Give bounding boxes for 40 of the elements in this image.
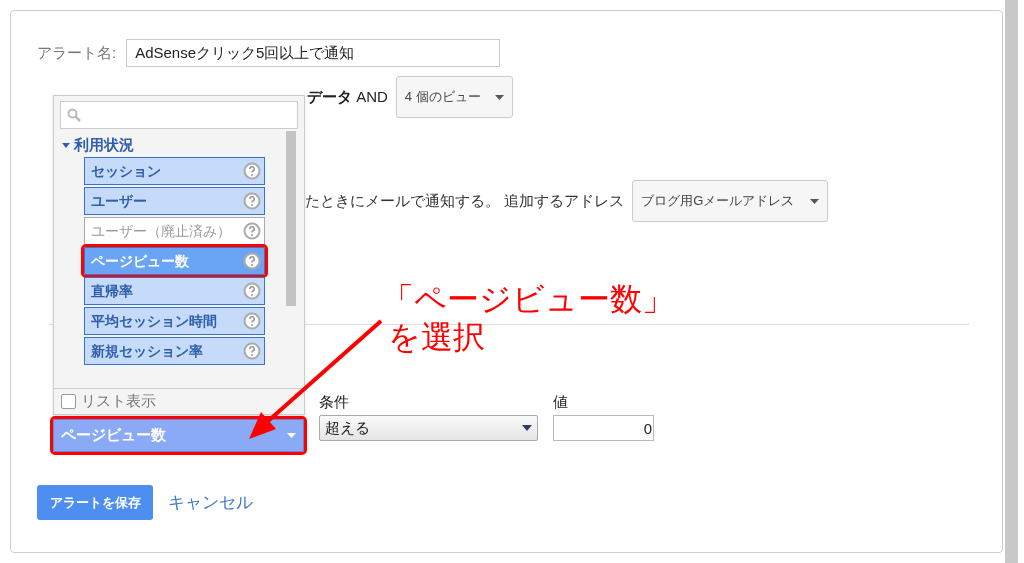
list-view-checkbox[interactable] (61, 394, 76, 409)
help-icon (243, 312, 261, 330)
help-icon (243, 282, 261, 300)
help-icon (243, 252, 261, 270)
field-label: アラート名: (37, 42, 117, 63)
caret-icon (494, 94, 504, 100)
list-scrollbar[interactable] (286, 131, 296, 306)
list-view-label: リスト表示 (81, 391, 156, 412)
alert-name-field[interactable]: AdSenseクリック5回以上で通知 (126, 39, 501, 67)
help-icon (243, 342, 261, 360)
search-field[interactable] (60, 101, 298, 129)
search-icon (67, 108, 81, 122)
caret-icon (522, 425, 532, 431)
caret-icon (287, 433, 296, 438)
metric-dropdown[interactable]: ページビュー数 (53, 419, 304, 452)
metric-item[interactable]: セッション (84, 157, 265, 185)
metric-item[interactable]: ユーザー (84, 187, 265, 215)
metric-item[interactable]: 新規セッション率 (84, 337, 265, 365)
metric-item[interactable]: 平均セッション時間 (84, 307, 265, 335)
condition-label: 条件 (319, 392, 350, 411)
metric-item[interactable]: ページビュー数 (84, 247, 265, 275)
apply-text: データ AND (307, 86, 388, 107)
help-icon (243, 222, 261, 240)
value-field[interactable]: 0 (553, 415, 654, 441)
caret-icon (62, 142, 70, 148)
cancel-link[interactable]: キャンセル (168, 489, 253, 516)
condition-dropdown[interactable]: 超える (319, 415, 538, 441)
annotation-text: 「ページビュー数」 (382, 280, 674, 318)
save-button[interactable]: アラートを保存 (37, 485, 153, 520)
page-scrollbar[interactable] (1005, 0, 1018, 563)
help-icon (243, 162, 261, 180)
notify-text: たときにメールで通知する。 追加するアドレス (305, 190, 625, 211)
help-icon (243, 192, 261, 210)
category-toggle[interactable]: 利用状況 (62, 136, 286, 154)
value-label: 値 (553, 392, 569, 411)
address-dropdown[interactable]: ブログ用Gメールアドレス (632, 180, 829, 222)
caret-icon (810, 198, 820, 204)
metric-item[interactable]: 直帰率 (84, 277, 265, 305)
views-dropdown[interactable]: 4 個のビュー (395, 76, 513, 118)
annotation-text: を選択 (388, 318, 486, 356)
